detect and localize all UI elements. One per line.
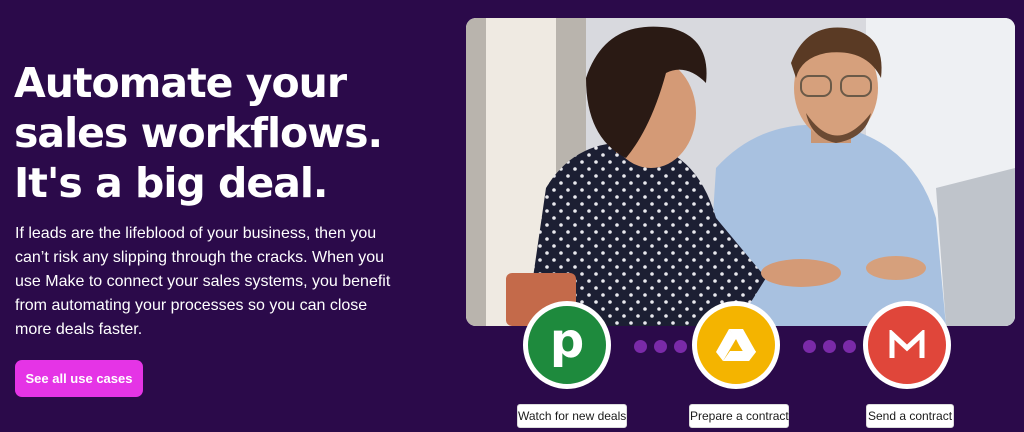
hero-photo xyxy=(466,18,1015,326)
step-label-send-contract: Send a contract xyxy=(866,404,954,428)
step-label-watch-deals: Watch for new deals xyxy=(517,404,627,428)
connector-dot xyxy=(843,340,856,353)
connector-dot xyxy=(674,340,687,353)
gmail-m-icon xyxy=(889,330,925,358)
hero-description: If leads are the lifeblood of your busin… xyxy=(15,225,391,338)
step-label-prepare-contract: Prepare a contract xyxy=(689,404,789,428)
see-all-use-cases-button[interactable]: See all use cases xyxy=(15,360,143,397)
gmail-step-circle[interactable] xyxy=(863,301,951,389)
pipedrive-step-circle[interactable]: p xyxy=(523,301,611,389)
connector-dot xyxy=(634,340,647,353)
google-drive-step-circle[interactable] xyxy=(692,301,780,389)
people-at-laptop-image xyxy=(466,18,1015,326)
google-drive-icon xyxy=(716,329,756,361)
connector-dot xyxy=(654,340,667,353)
hero-headline: Automate your sales workflows. It's a bi… xyxy=(14,59,383,207)
connector-dots xyxy=(634,340,687,354)
pipedrive-p-icon: p xyxy=(549,313,585,369)
hero-section: Automate your sales workflows. It's a bi… xyxy=(0,0,1024,432)
connector-dot xyxy=(803,340,816,353)
connector-dot xyxy=(823,340,836,353)
connector-dots xyxy=(803,340,856,354)
